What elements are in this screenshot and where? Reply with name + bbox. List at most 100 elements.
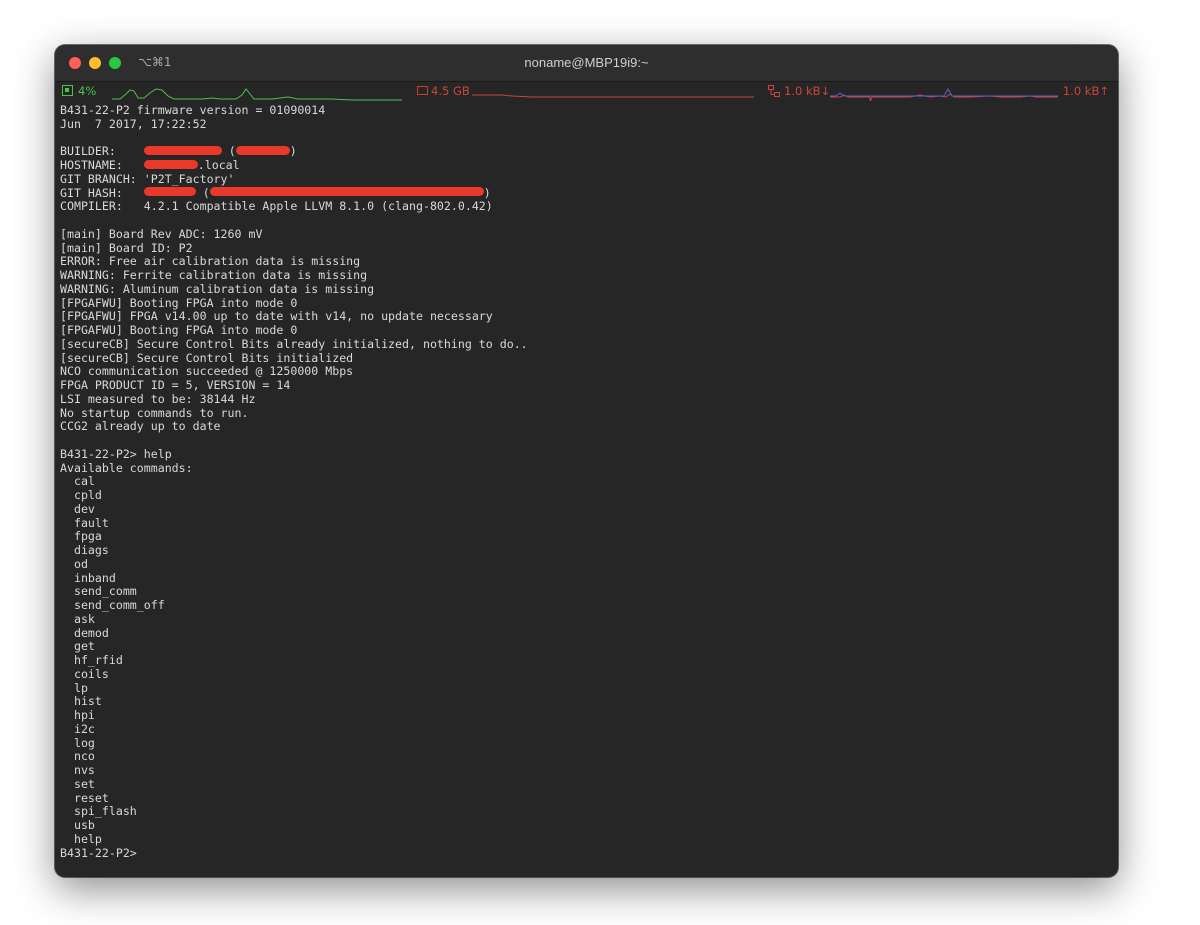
terminal-line-text: nvs xyxy=(60,763,95,777)
terminal-text: ( xyxy=(195,185,210,200)
terminal-line: [secureCB] Secure Control Bits initializ… xyxy=(60,350,1112,366)
terminal-line-text: WARNING: Aluminum calibration data is mi… xyxy=(60,281,375,296)
terminal-line: fpga xyxy=(60,529,1112,544)
terminal-line: [FPGAFWU] Booting FPGA into mode 0 xyxy=(60,295,1112,311)
terminal-line-text: WARNING: Ferrite calibration data is mis… xyxy=(60,268,368,282)
terminal-line: B431-22-P2 firmware version = 01090014 xyxy=(60,103,1112,118)
terminal-text: .local xyxy=(197,158,240,172)
cpu-graph xyxy=(112,88,402,101)
terminal-line: [FPGAFWU] Booting FPGA into mode 0 xyxy=(60,323,1112,338)
terminal-window: ⌥⌘1 noname@MBP19i9:~ 4% 4.5 GB 1.0 kB↓ 1… xyxy=(55,45,1118,877)
terminal-line: inband xyxy=(60,570,1112,586)
terminal-line-text: dev xyxy=(60,501,95,516)
terminal-line-text: reset xyxy=(60,790,109,805)
terminal-line: ERROR: Free air calibration data is miss… xyxy=(60,254,1112,269)
terminal-line: [secureCB] Secure Control Bits already i… xyxy=(60,336,1112,352)
terminal-line: WARNING: Ferrite calibration data is mis… xyxy=(60,268,1112,283)
memory-icon xyxy=(417,86,428,95)
terminal-line: HOSTNAME: .local xyxy=(60,158,1112,173)
terminal-line: No startup commands to run. xyxy=(60,406,1112,421)
terminal-line-text: get xyxy=(60,639,95,654)
terminal-line: BUILDER: () xyxy=(60,144,1112,159)
terminal-line-text: COMPILER: 4.2.1 Compatible Apple LLVM 8.… xyxy=(60,199,493,214)
terminal-line: B431-22-P2> xyxy=(60,845,1112,861)
network-graph xyxy=(830,87,1058,101)
terminal-line-text: spi_flash xyxy=(60,804,137,819)
terminal-line: nvs xyxy=(60,763,1112,778)
terminal-line-text: B431-22-P2> xyxy=(60,845,137,860)
terminal-line: [FPGAFWU] FPGA v14.00 up to date with v1… xyxy=(60,309,1112,324)
terminal-line-text: cal xyxy=(60,474,95,489)
terminal-line: hist xyxy=(60,694,1112,709)
terminal-line: set xyxy=(60,776,1112,792)
network-upload: 1.0 kB↑ xyxy=(1062,84,1109,98)
terminal-line: B431-22-P2> help xyxy=(60,446,1112,462)
redacted-text xyxy=(235,145,290,155)
terminal-line: dev xyxy=(60,501,1112,517)
terminal-line: GIT HASH: () xyxy=(60,185,1112,201)
terminal-text: ) xyxy=(289,144,297,159)
terminal-line-text: diags xyxy=(60,543,109,557)
terminal-line-text: hpi xyxy=(60,708,95,722)
redacted-text xyxy=(209,187,484,196)
terminal-line-text: CCG2 already up to date xyxy=(60,419,221,434)
terminal-line-text: HOSTNAME: xyxy=(60,158,144,172)
terminal-line: NCO communication succeeded @ 1250000 Mb… xyxy=(60,364,1112,379)
terminal-line-text: LSI measured to be: 38144 Hz xyxy=(60,391,256,406)
memory-graph xyxy=(472,94,754,98)
title-bar[interactable]: ⌥⌘1 noname@MBP19i9:~ xyxy=(55,45,1118,82)
terminal-line-text: inband xyxy=(60,570,116,585)
terminal-line-text: B431-22-P2> help xyxy=(60,446,172,461)
terminal-line: spi_flash xyxy=(60,804,1112,819)
terminal-line-text: FPGA PRODUCT ID = 5, VERSION = 14 xyxy=(60,378,291,392)
terminal-line: COMPILER: 4.2.1 Compatible Apple LLVM 8.… xyxy=(60,199,1112,214)
terminal-line-text: Available commands: xyxy=(60,460,193,475)
terminal-line-text: send_comm xyxy=(60,584,137,599)
terminal-line: GIT BRANCH: 'P2T_Factory' xyxy=(60,171,1112,187)
terminal-text: ( xyxy=(221,144,236,159)
terminal-line-text: set xyxy=(60,776,95,791)
terminal-line: [main] Board Rev ADC: 1260 mV xyxy=(60,227,1112,242)
terminal-line-text: [FPGAFWU] Booting FPGA into mode 0 xyxy=(60,295,298,310)
terminal-line-text: [secureCB] Secure Control Bits already i… xyxy=(60,336,528,351)
terminal-line-text: [FPGAFWU] FPGA v14.00 up to date with v1… xyxy=(60,309,493,324)
network-icon xyxy=(768,85,780,97)
terminal-line: send_comm_off xyxy=(60,598,1112,613)
terminal-line: usb xyxy=(60,818,1112,833)
terminal-line-text: log xyxy=(60,735,95,750)
terminal-line: Available commands: xyxy=(60,460,1112,476)
terminal-line: cpld xyxy=(60,488,1112,503)
terminal-line-text: ask xyxy=(60,611,95,626)
terminal-line-text: BUILDER: xyxy=(60,144,144,159)
terminal-line: get xyxy=(60,639,1112,654)
terminal-line-text: demod xyxy=(60,625,109,640)
terminal-line-text: GIT HASH: xyxy=(60,185,144,200)
terminal-line: hpi xyxy=(60,708,1112,723)
terminal-line: fault xyxy=(60,515,1112,531)
terminal-line: i2c xyxy=(60,722,1112,737)
cpu-icon xyxy=(62,85,73,96)
terminal-line-text: B431-22-P2 firmware version = 01090014 xyxy=(60,103,326,117)
terminal-line-text: nco xyxy=(60,749,95,764)
terminal-line-text: Jun 7 2017, 17:22:52 xyxy=(60,116,207,131)
terminal-line-text: [FPGAFWU] Booting FPGA into mode 0 xyxy=(60,323,298,337)
terminal-line-text: usb xyxy=(60,818,95,832)
terminal-line: nco xyxy=(60,749,1112,764)
terminal-line-text: [secureCB] Secure Control Bits initializ… xyxy=(60,350,354,365)
terminal-line: lp xyxy=(60,680,1112,696)
terminal-line: log xyxy=(60,735,1112,751)
terminal-line-text: fault xyxy=(60,515,109,530)
terminal-output[interactable]: B431-22-P2 firmware version = 01090014 Ju… xyxy=(60,103,1112,861)
terminal-line: [main] Board ID: P2 xyxy=(60,240,1112,256)
terminal-line-text: GIT BRANCH: 'P2T_Factory' xyxy=(60,171,235,186)
terminal-line-text: NCO communication succeeded @ 1250000 Mb… xyxy=(60,364,354,379)
redacted-text xyxy=(143,159,198,169)
terminal-line: Jun 7 2017, 17:22:52 xyxy=(60,116,1112,132)
redacted-text xyxy=(143,145,222,155)
terminal-line-text: lp xyxy=(60,680,88,695)
redacted-text xyxy=(143,187,196,196)
terminal-line-text: [main] Board ID: P2 xyxy=(60,240,193,255)
